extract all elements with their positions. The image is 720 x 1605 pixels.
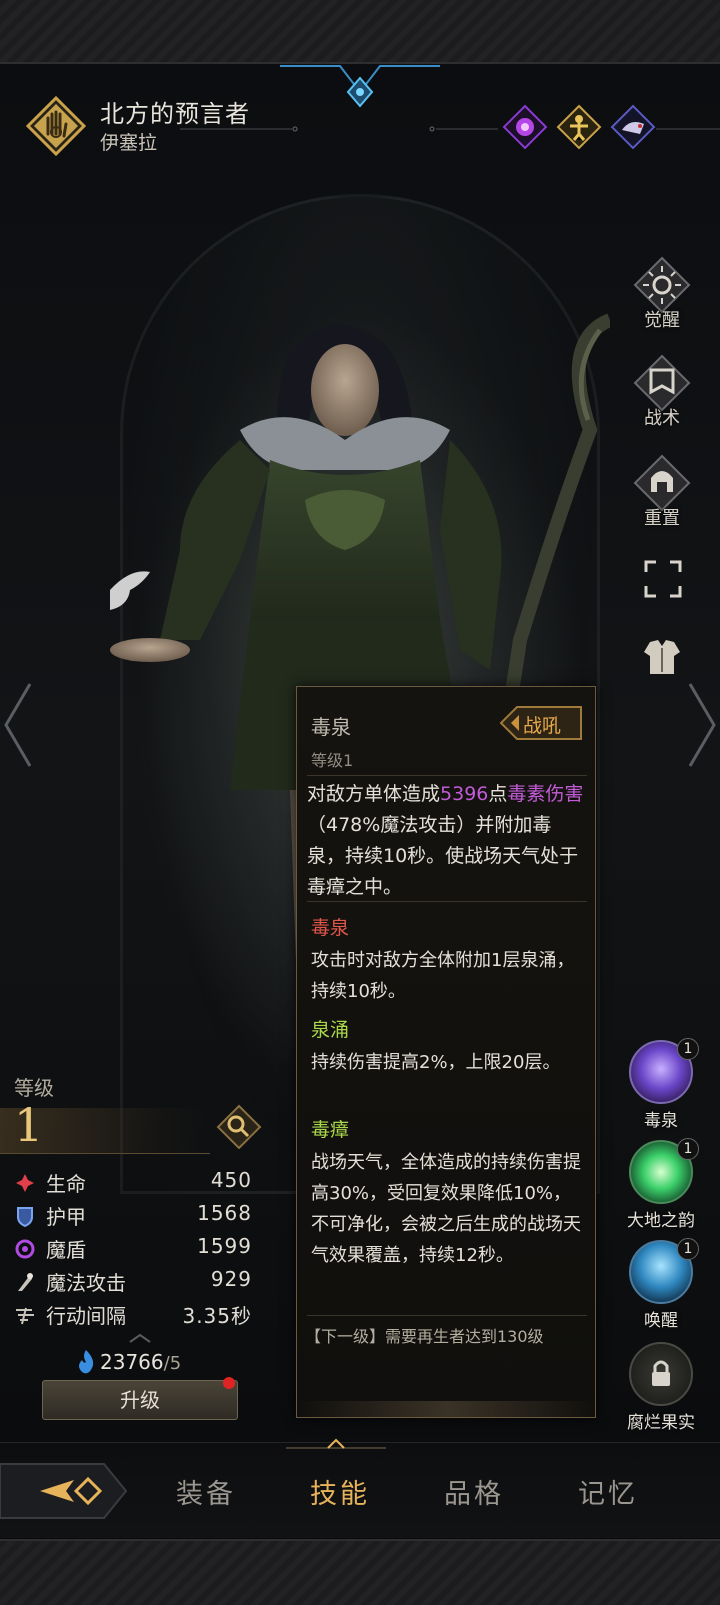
tab-equipment[interactable]: 装备 — [176, 1472, 236, 1511]
awaken-icon: 1 — [629, 1238, 699, 1304]
stat-name: 生命 — [46, 1172, 86, 1196]
beast-icon[interactable] — [610, 104, 656, 150]
sub-skill-title: 毒泉 — [311, 917, 350, 939]
sub-skill-title: 毒瘴 — [311, 1119, 350, 1141]
desc-mid: 点 — [488, 783, 508, 805]
stat-row-magic-attack: 魔法攻击 929 — [14, 1267, 252, 1297]
skill-divider — [307, 1315, 587, 1316]
skill-slot-earth-rhythm[interactable]: 1 大地之韵 — [616, 1138, 706, 1231]
skill-description: 对敌方单体造成5396点毒素伤害 （478%魔法攻击）并附加毒泉，持续10秒。使战… — [307, 779, 589, 903]
header-line-right — [429, 126, 498, 132]
lock-icon — [652, 1360, 670, 1386]
next-hero-arrow[interactable] — [688, 680, 718, 770]
rotten-fruit-icon — [629, 1342, 693, 1406]
soul-counter: 23766/5 — [100, 1350, 181, 1374]
skill-tag: 战吼 — [497, 705, 583, 741]
skill-slot-poison-spring[interactable]: 1 毒泉 — [616, 1038, 706, 1131]
purple-rune-icon[interactable] — [502, 104, 548, 150]
header-line-far — [656, 128, 720, 130]
sub-skill-text: 战场天气，全体造成的持续伤害提高30%，受回复效果降低10%，不可净化，会被之后… — [311, 1152, 581, 1266]
stat-row-armor: 护甲 1568 — [14, 1201, 252, 1231]
fullscreen-icon[interactable] — [644, 560, 682, 598]
skill-slot-label: 大地之韵 — [627, 1211, 695, 1231]
active-tab-marker-icon — [286, 1438, 386, 1449]
stat-row-magic-shield: 魔盾 1599 — [14, 1234, 252, 1264]
bottom-frame — [0, 1539, 720, 1605]
stat-name: 护甲 — [46, 1205, 86, 1229]
skill-slot-rotten-fruit[interactable]: 腐烂果实 — [616, 1342, 706, 1433]
sub-skill-title: 泉涌 — [311, 1019, 350, 1041]
skill-tag-label: 战吼 — [523, 715, 562, 737]
stat-row-action-interval: 行动间隔 3.35秒 — [14, 1300, 252, 1330]
stat-name: 行动间隔 — [46, 1304, 126, 1328]
panel-bottom-bar — [297, 1401, 597, 1417]
skill-slot-awaken[interactable]: 1 唤醒 — [616, 1238, 706, 1331]
poison-spring-icon: 1 — [629, 1038, 699, 1104]
skill-level: 等级1 — [311, 751, 354, 770]
skill-slot-label: 唤醒 — [644, 1311, 678, 1331]
armor-icon[interactable] — [640, 636, 684, 680]
stats-caret-icon — [129, 1333, 151, 1343]
sub-skill-text: 持续伤害提高2%，上限20层。 — [311, 1052, 561, 1073]
stat-value: 1599 — [197, 1234, 252, 1258]
skill-level-badge: 1 — [677, 1238, 699, 1260]
skill-slot-label: 毒泉 — [644, 1111, 678, 1131]
skill-slot-label: 腐烂果实 — [627, 1413, 695, 1433]
soul-cost: /5 — [163, 1353, 182, 1374]
stat-value: 3.35秒 — [182, 1304, 252, 1328]
skill-divider — [307, 775, 587, 776]
notification-dot — [223, 1377, 235, 1389]
skill-divider — [307, 901, 587, 902]
reset-button[interactable]: 重置 — [622, 454, 702, 530]
stat-name: 魔法攻击 — [46, 1271, 126, 1295]
stat-value: 450 — [210, 1168, 252, 1192]
tab-skills[interactable]: 技能 — [310, 1472, 370, 1511]
stat-value: 929 — [210, 1267, 252, 1291]
skill-level-badge: 1 — [677, 1138, 699, 1160]
stat-row-health: 生命 450 — [14, 1168, 252, 1198]
top-frame — [0, 0, 720, 64]
skill-name: 毒泉 — [311, 715, 351, 739]
hero-class-icon — [26, 96, 86, 156]
skill-level-badge: 1 — [677, 1038, 699, 1060]
hero-title: 北方的预言者 — [100, 100, 250, 128]
speed-icon — [16, 1307, 34, 1325]
stat-name: 魔盾 — [46, 1238, 86, 1262]
soul-flame-icon — [79, 1350, 94, 1374]
magnify-icon[interactable] — [216, 1104, 262, 1150]
stat-value: 1568 — [197, 1201, 252, 1225]
header-line-left — [180, 126, 298, 132]
gold-figure-icon[interactable] — [556, 104, 602, 150]
soul-amount: 23766 — [100, 1350, 164, 1374]
back-button[interactable] — [0, 1460, 128, 1522]
tactics-button[interactable]: 战术 — [622, 354, 702, 430]
sub-skill-text: 攻击时对敌方全体附加1层泉涌，持续10秒。 — [311, 950, 575, 1002]
level-label: 等级 — [14, 1076, 54, 1100]
skill-detail-panel: 毒泉 等级1 战吼 对敌方单体造成5396点毒素伤害 （478%魔法攻击）并附加毒… — [296, 686, 597, 1418]
health-icon — [16, 1174, 34, 1192]
hero-name: 伊塞拉 — [100, 132, 158, 154]
top-ornament-icon — [280, 65, 440, 108]
upgrade-label: 升级 — [120, 1388, 160, 1412]
tab-character[interactable]: 品格 — [444, 1472, 504, 1511]
desc-value: 5396 — [440, 783, 489, 805]
prev-hero-arrow[interactable] — [2, 680, 32, 770]
magic-attack-icon — [18, 1273, 33, 1291]
awaken-button[interactable]: 觉醒 — [622, 256, 702, 332]
shield-icon — [17, 1207, 33, 1227]
desc-pre: 对敌方单体造成 — [307, 783, 441, 805]
desc-post: （478%魔法攻击）并附加毒泉，持续10秒。使战场天气处于毒瘴之中。 — [307, 814, 579, 898]
desc-type: 毒素伤害 — [507, 783, 584, 805]
next-level-requirement: 【下一级】需要再生者达到130级 — [305, 1327, 544, 1346]
earth-rhythm-icon: 1 — [629, 1138, 699, 1204]
upgrade-button[interactable]: 升级 — [42, 1377, 238, 1420]
level-value: 1 — [14, 1098, 44, 1152]
tab-memory[interactable]: 记忆 — [578, 1472, 638, 1511]
magic-shield-icon — [15, 1239, 35, 1259]
